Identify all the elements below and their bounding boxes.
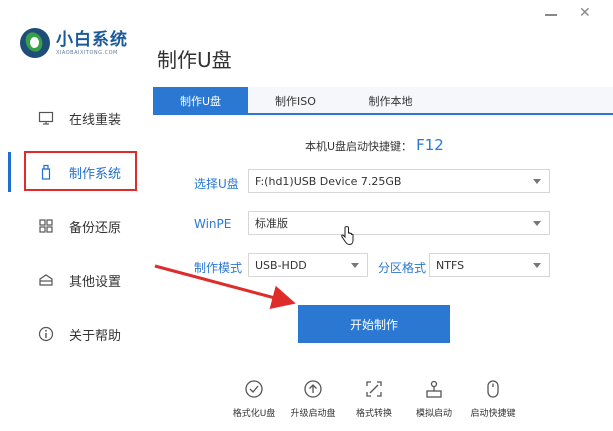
tool-boot-hotkey[interactable]: 启动快捷键 xyxy=(463,378,523,422)
usb-select[interactable]: F:(hd1)USB Device 7.25GB xyxy=(248,169,550,193)
info-icon xyxy=(38,326,54,342)
partition-select-value: NTFS xyxy=(436,258,465,272)
usb-select-value: F:(hd1)USB Device 7.25GB xyxy=(255,174,402,188)
box-icon xyxy=(38,272,54,288)
tool-label: 模拟启动 xyxy=(415,409,452,419)
arrow-up-circle-icon xyxy=(302,378,324,400)
sidebar-item-online-reinstall[interactable]: 在线重装 xyxy=(0,98,140,138)
sidebar-item-other-settings[interactable]: 其他设置 xyxy=(0,260,140,300)
monitor-icon xyxy=(38,110,54,126)
logo-subtitle: XIAOBAIXITONG.COM xyxy=(56,49,118,56)
winpe-select[interactable]: 标准版 xyxy=(248,211,550,235)
check-circle-icon xyxy=(243,378,265,400)
tool-label: 格式化U盘 xyxy=(232,409,276,419)
chevron-down-icon xyxy=(533,179,541,184)
tab-bar: 制作U盘 制作ISO 制作本地 xyxy=(153,87,613,115)
hand-cursor-icon xyxy=(341,226,354,246)
tool-format-convert[interactable]: 格式转换 xyxy=(344,378,404,422)
sidebar-item-label: 关于帮助 xyxy=(69,328,122,344)
page-title: 制作U盘 xyxy=(157,48,232,72)
main-window: 小白系统 XIAOBAIXITONG.COM 在线重装 制作系统 备份还原 其他… xyxy=(0,0,613,431)
sidebar-item-label: 其他设置 xyxy=(69,274,122,290)
hotkey-info: 本机U盘启动快捷键： F12 xyxy=(305,136,444,154)
tool-simulate-boot[interactable]: 模拟启动 xyxy=(404,378,464,422)
start-button[interactable]: 开始制作 xyxy=(298,305,450,343)
tool-label: 升级启动盘 xyxy=(290,409,336,419)
chevron-down-icon xyxy=(533,221,541,226)
tool-upgrade-boot[interactable]: 升级启动盘 xyxy=(283,378,343,422)
tool-format-usb[interactable]: 格式化U盘 xyxy=(224,378,284,422)
red-arrow-annotation xyxy=(154,264,296,309)
logo-title: 小白系统 xyxy=(56,29,128,50)
sidebar-item-about-help[interactable]: 关于帮助 xyxy=(0,314,140,354)
tool-label: 格式转换 xyxy=(355,409,392,419)
mouse-icon xyxy=(482,378,504,400)
logo-icon xyxy=(20,28,50,58)
winpe-label: WinPE xyxy=(194,217,232,231)
joystick-icon xyxy=(423,378,445,400)
partition-label: 分区格式 xyxy=(378,261,427,275)
tab-make-usb[interactable]: 制作U盘 xyxy=(153,87,248,115)
tab-make-local[interactable]: 制作本地 xyxy=(343,87,438,115)
app-logo: 小白系统 XIAOBAIXITONG.COM xyxy=(20,28,128,58)
hotkey-text: 本机U盘启动快捷键： xyxy=(305,140,413,153)
usb-label: 选择U盘 xyxy=(194,177,239,191)
sidebar-item-label: 在线重装 xyxy=(69,112,122,128)
tab-make-iso[interactable]: 制作ISO xyxy=(248,87,343,115)
winpe-select-value: 标准版 xyxy=(255,217,288,230)
sidebar-item-backup-restore[interactable]: 备份还原 xyxy=(0,206,140,246)
tool-label: 启动快捷键 xyxy=(470,409,516,419)
minimize-button[interactable] xyxy=(545,14,557,16)
chevron-down-icon xyxy=(351,263,359,268)
hotkey-key: F12 xyxy=(416,136,444,154)
partition-select[interactable]: NTFS xyxy=(429,253,550,277)
grid-icon xyxy=(38,218,54,234)
convert-icon xyxy=(363,378,385,400)
sidebar: 小白系统 XIAOBAIXITONG.COM 在线重装 制作系统 备份还原 其他… xyxy=(0,0,140,431)
chevron-down-icon xyxy=(533,263,541,268)
sidebar-item-label: 备份还原 xyxy=(69,220,122,236)
red-highlight-box xyxy=(24,151,137,191)
close-button[interactable]: ✕ xyxy=(579,6,591,20)
